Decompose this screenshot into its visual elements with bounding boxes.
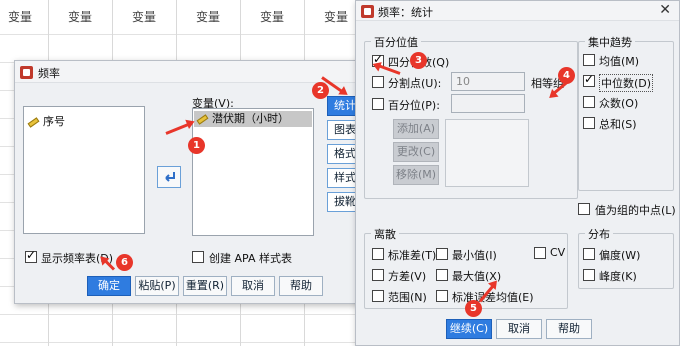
column-header[interactable]: 变量 [124, 0, 164, 34]
ok-button[interactable]: 确定 [87, 276, 131, 296]
change-button[interactable]: 更改(C) [393, 142, 439, 162]
ruler-icon [27, 116, 40, 128]
skewness-label: 偏度(W) [599, 249, 641, 262]
median-checkbox[interactable] [583, 72, 595, 87]
percentile-group: 百分位值 四分位数(Q) 分割点(U): 10 相等组 百分位(P): 添加(A… [364, 34, 578, 199]
std-checkbox[interactable] [372, 248, 384, 260]
statistics-dialog: 频率：统计 ✕ 百分位值 四分位数(Q) 分割点(U): 10 相等组 百分位(… [355, 0, 680, 346]
paste-button[interactable]: 粘贴(P) [135, 276, 179, 296]
sem-checkbox[interactable] [436, 290, 448, 302]
source-variable-list[interactable]: 序号 [23, 106, 145, 234]
cut-points-input[interactable]: 10 [451, 72, 525, 91]
target-variable-list[interactable]: 潜伏期（小时） [192, 108, 314, 236]
app-icon [361, 5, 374, 18]
midpoints-checkbox[interactable] [578, 203, 590, 215]
list-item[interactable]: 潜伏期（小时） [194, 111, 312, 127]
kurtosis-checkbox[interactable] [583, 269, 595, 281]
sum-label: 总和(S) [599, 118, 637, 131]
reset-button[interactable]: 重置(R) [183, 276, 227, 296]
percentile-list[interactable] [445, 119, 529, 187]
mean-checkbox[interactable] [583, 54, 595, 66]
sum-checkbox[interactable] [583, 117, 595, 129]
group-title: 离散 [371, 226, 399, 242]
max-checkbox[interactable] [436, 269, 448, 281]
variance-label: 方差(V) [388, 270, 427, 283]
variable-name: 潜伏期（小时） [212, 112, 289, 125]
annotation-badge: 6 [116, 254, 133, 271]
ruler-icon [196, 113, 209, 125]
show-frequency-table-checkbox[interactable] [25, 248, 37, 263]
variance-checkbox[interactable] [372, 269, 384, 281]
cancel-button[interactable]: 取消 [496, 319, 542, 339]
kurtosis-label: 峰度(K) [599, 270, 637, 283]
skewness-checkbox[interactable] [583, 248, 595, 260]
annotation-badge: 1 [188, 137, 205, 154]
help-button[interactable]: 帮助 [546, 319, 592, 339]
cv-label: CV [550, 246, 566, 259]
annotation-badge: 2 [312, 82, 329, 99]
min-label: 最小值(I) [452, 249, 497, 262]
cut-points-checkbox[interactable] [372, 76, 384, 88]
cv-checkbox[interactable] [534, 247, 546, 259]
std-label: 标准差(T) [388, 249, 437, 262]
column-header[interactable]: 变量 [188, 0, 228, 34]
app-icon [20, 66, 33, 79]
mode-label: 众数(O) [599, 97, 639, 110]
add-button[interactable]: 添加(A) [393, 119, 439, 139]
dispersion-group: 离散 标准差(T) 最小值(I) 方差(V) 最大值(X) 范围(N) 标准误差… [364, 226, 568, 309]
range-checkbox[interactable] [372, 290, 384, 302]
column-header[interactable]: 变量 [316, 0, 356, 34]
move-variable-button[interactable] [157, 166, 181, 188]
apa-table-checkbox[interactable] [192, 251, 204, 263]
column-header[interactable]: 变量 [0, 0, 40, 34]
central-tendency-group: 集中趋势 均值(M) 中位数(D) 众数(O) 总和(S) [578, 34, 674, 191]
annotation-badge: 3 [410, 52, 427, 69]
frequencies-dialog: 频率 序号 变量(V): 潜伏期（小时） 统计 图表 格式 样式 拔靴法 显示频… [14, 60, 367, 304]
group-title: 分布 [585, 226, 613, 242]
column-header[interactable]: 变量 [252, 0, 292, 34]
help-button[interactable]: 帮助 [279, 276, 323, 296]
apa-table-label: 创建 APA 样式表 [209, 252, 292, 265]
arrow-left-icon [165, 172, 175, 182]
cut-points-label: 分割点(U): [388, 77, 442, 90]
list-item[interactable]: 序号 [27, 113, 65, 129]
close-icon[interactable]: ✕ [659, 2, 671, 18]
mean-label: 均值(M) [599, 55, 640, 68]
dialog-title: 频率 [38, 67, 60, 80]
annotation-badge: 4 [558, 67, 575, 84]
cancel-button[interactable]: 取消 [231, 276, 275, 296]
remove-button[interactable]: 移除(M) [393, 165, 439, 185]
group-title: 集中趋势 [585, 34, 635, 50]
continue-button[interactable]: 继续(C) [446, 319, 492, 339]
percentiles-checkbox[interactable] [372, 98, 384, 110]
title-bar[interactable]: 频率 [15, 61, 361, 83]
min-checkbox[interactable] [436, 248, 448, 260]
range-label: 范围(N) [388, 291, 427, 304]
column-header[interactable]: 变量 [60, 0, 100, 34]
distribution-group: 分布 偏度(W) 峰度(K) [578, 226, 674, 289]
percentile-input[interactable] [451, 94, 525, 113]
median-label: 中位数(D) [599, 74, 654, 92]
sem-label: 标准误差均值(E) [452, 291, 534, 304]
dialog-title: 频率：统计 [378, 6, 433, 19]
mode-checkbox[interactable] [583, 96, 595, 108]
midpoints-label: 值为组的中点(L) [595, 204, 676, 217]
variable-name: 序号 [43, 115, 65, 128]
group-title: 百分位值 [371, 34, 421, 50]
percentiles-label: 百分位(P): [388, 99, 440, 112]
title-bar[interactable]: 频率：统计 ✕ [356, 1, 679, 21]
annotation-badge: 5 [465, 300, 482, 317]
